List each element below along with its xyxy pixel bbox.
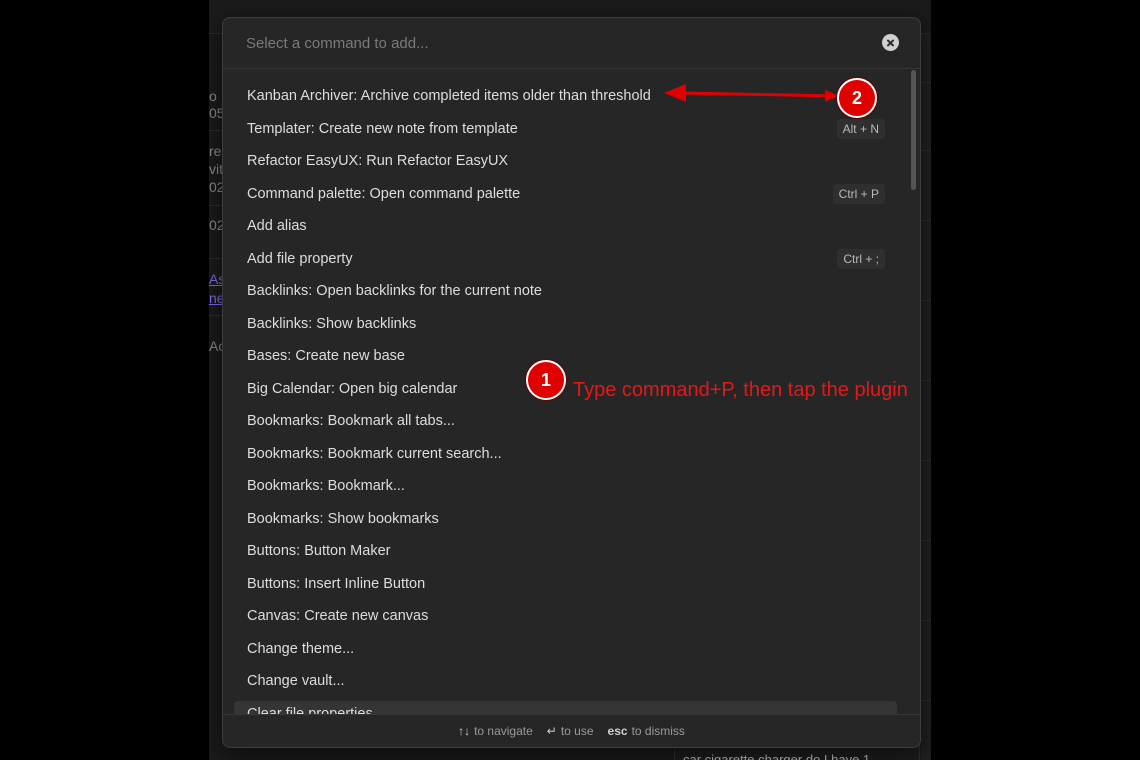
command-item[interactable]: Bookmarks: Bookmark... (234, 473, 897, 499)
prompt-bar (223, 18, 920, 69)
use-instruction: ↵ to use (546, 724, 594, 738)
annotation-instruction: Type command+P, then tap the plugin (573, 379, 908, 401)
background-text-fragment: vith (209, 161, 223, 177)
circle-x-icon[interactable] (882, 34, 899, 51)
command-item-label: Buttons: Button Maker (247, 543, 391, 559)
command-item[interactable]: Backlinks: Open backlinks for the curren… (234, 278, 897, 304)
command-item-label: Change theme... (247, 640, 355, 657)
command-item[interactable]: Backlinks: Show backlinks (234, 311, 897, 337)
background-note-text: car cigarette charger do I have 1 (683, 752, 871, 760)
command-item[interactable]: Change theme... (234, 636, 897, 662)
command-item[interactable]: Canvas: Create new canvas (234, 603, 897, 629)
background-text-fragment: 05 (209, 105, 223, 121)
background-separator (921, 540, 931, 541)
command-search-input[interactable] (233, 27, 886, 59)
dismiss-instruction: esc to dismiss (607, 724, 685, 738)
arrows-updown-icon: ↑↓ (458, 724, 471, 738)
background-separator (209, 258, 223, 259)
annotation-badge-2: 2 (837, 78, 877, 118)
command-item-label: Backlinks: Show backlinks (247, 315, 417, 332)
background-separator (921, 220, 931, 221)
background-separator (921, 700, 931, 701)
command-item[interactable]: Refactor EasyUX: Run Refactor EasyUX (234, 148, 897, 174)
command-item-label: Command palette: Open command palette (247, 185, 521, 202)
background-separator (921, 620, 931, 621)
command-item-label: Add file property (247, 250, 353, 267)
command-item-label: Bookmarks: Bookmark current search... (247, 445, 502, 462)
annotation-badge-1: 1 (526, 360, 566, 400)
hotkey-badge: Ctrl + P (832, 183, 885, 204)
command-item[interactable]: Command palette: Open command palette Ctr… (234, 181, 897, 207)
command-item-label: Bookmarks: Bookmark all tabs... (247, 413, 455, 429)
command-item-label: Templater: Create new note from template (247, 120, 518, 137)
command-item[interactable]: Clear file properties (234, 700, 897, 715)
command-item-label: Change vault... (247, 673, 345, 689)
background-separator (209, 130, 223, 131)
background-link-fragment[interactable]: ne (209, 290, 223, 307)
command-item-label: Canvas: Create new canvas (247, 608, 429, 624)
background-text-fragment: re (209, 143, 222, 159)
background-text-fragment: 020 (209, 179, 223, 195)
background-text-fragment: Ac (209, 338, 223, 354)
instructions-footer: ↑↓ to navigate ↵ to use esc to dismiss (223, 714, 920, 747)
command-item[interactable]: Buttons: Button Maker (234, 538, 897, 564)
command-item[interactable]: Add alias (234, 213, 897, 239)
command-item-label: Bookmarks: Bookmark... (247, 478, 405, 494)
hotkey-badge: Alt + N (836, 118, 885, 139)
command-item[interactable]: Bookmarks: Show bookmarks (234, 506, 897, 532)
background-separator (921, 150, 931, 151)
background-separator (209, 205, 223, 206)
scrollbar-thumb[interactable] (911, 70, 916, 190)
background-text-fragment: o (209, 88, 217, 104)
command-item-label: Backlinks: Open backlinks for the curren… (247, 283, 542, 299)
enter-key-icon: ↵ (546, 724, 557, 738)
command-item-label: Add alias (247, 218, 307, 234)
background-text-fragment: 024 (209, 217, 223, 233)
command-item[interactable]: Bookmarks: Bookmark all tabs... (234, 408, 897, 434)
command-item[interactable]: Change vault... (234, 668, 897, 694)
command-item-label: Refactor EasyUX: Run Refactor EasyUX (247, 153, 509, 169)
command-item[interactable]: Kanban Archiver: Archive completed items… (234, 83, 897, 109)
command-item[interactable]: Buttons: Insert Inline Button (234, 571, 897, 597)
command-item-label: Buttons: Insert Inline Button (247, 575, 426, 592)
scrollbar[interactable] (909, 70, 917, 716)
background-separator (209, 315, 223, 316)
navigate-instruction: ↑↓ to navigate (458, 724, 533, 738)
background-link-fragment[interactable]: As (209, 271, 223, 288)
command-item[interactable]: Bases: Create new base (234, 343, 897, 369)
command-item-label: Bases: Create new base (247, 348, 405, 364)
background-separator (921, 460, 931, 461)
esc-key: esc (607, 724, 628, 738)
background-separator (921, 300, 931, 301)
command-item[interactable]: Add file property Ctrl + ; (234, 246, 897, 272)
background-separator (921, 82, 931, 83)
command-item-label: Kanban Archiver: Archive completed items… (247, 88, 651, 104)
hotkey-badge: Ctrl + ; (837, 248, 885, 269)
command-item[interactable]: Templater: Create new note from template… (234, 116, 897, 142)
command-item[interactable]: Bookmarks: Bookmark current search... (234, 441, 897, 467)
command-item-label: Bookmarks: Show bookmarks (247, 510, 439, 527)
command-item-label: Big Calendar: Open big calendar (247, 380, 458, 397)
background-right-column (921, 34, 931, 760)
background-separator (921, 380, 931, 381)
